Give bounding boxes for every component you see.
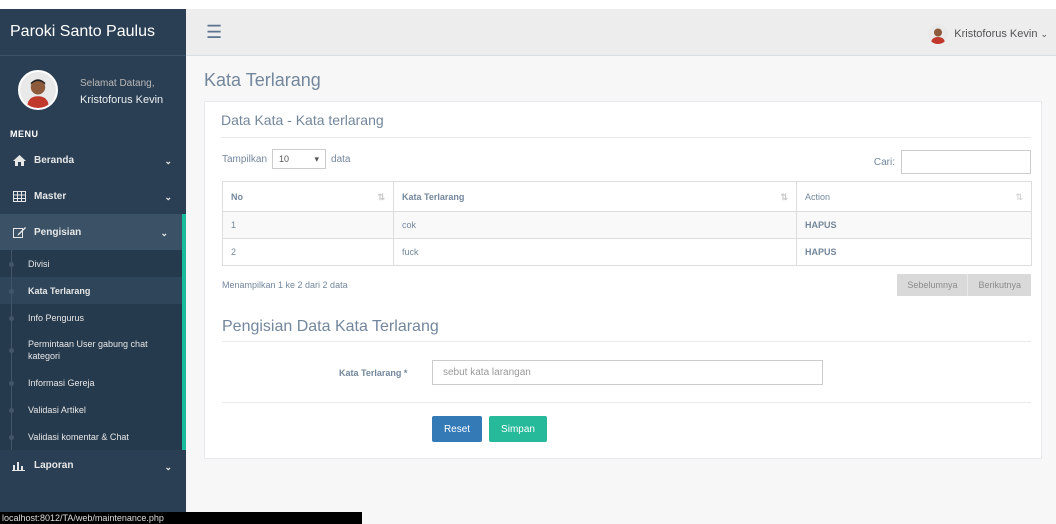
chart-icon — [12, 460, 26, 471]
chevron-down-icon: ⌄ — [1040, 28, 1048, 39]
cell-no: 1 — [222, 211, 394, 239]
sidebar-item-laporan[interactable]: Laporan ⌄ — [0, 450, 186, 480]
submenu-label: Validasi Artikel — [28, 404, 86, 415]
welcome-text: Selamat Datang, — [80, 78, 155, 89]
bullet-icon — [9, 380, 14, 386]
data-table: No ⇅ Kata Terlarang ⇅ Action ⇅ 1 cok HAPUS … — [222, 181, 1032, 266]
bullet-icon — [9, 434, 14, 440]
table-header-row: No ⇅ Kata Terlarang ⇅ Action ⇅ — [222, 181, 1032, 212]
caret-down-icon: ▾ — [314, 153, 320, 164]
chevron-down-icon: ⌄ — [164, 192, 172, 202]
page-title: Kata Terlarang — [204, 70, 321, 90]
reset-button[interactable]: Reset — [432, 416, 482, 442]
search-input[interactable] — [901, 150, 1031, 174]
cell-no: 2 — [222, 238, 394, 266]
top-strip — [0, 0, 1056, 9]
show-label: Tampilkan — [222, 153, 268, 165]
brand-title[interactable]: Paroki Santo Paulus — [0, 9, 186, 56]
column-header-action[interactable]: Action ⇅ — [796, 181, 1032, 212]
search-label: Cari: — [873, 156, 895, 168]
next-page-button[interactable]: Berikutnya — [968, 274, 1031, 296]
edit-icon — [12, 226, 26, 238]
cell-kata: cok — [393, 211, 797, 239]
submenu-label: Validasi komentar & Chat — [28, 431, 129, 442]
bullet-icon — [9, 261, 14, 267]
divider — [222, 402, 1031, 403]
submenu-item-divisi[interactable]: Divisi — [0, 250, 182, 277]
submenu-item-info-pengurus[interactable]: Info Pengurus — [0, 304, 182, 331]
sidebar: Paroki Santo Paulus Selamat Datang, Kris… — [0, 9, 186, 524]
sidebar-item-pengisian[interactable]: Pengisian ⌄ — [0, 214, 186, 250]
submenu-label: Permintaan User gabung chat kategori — [28, 339, 148, 361]
sort-icon: ⇅ — [780, 192, 788, 202]
header-label: Action — [805, 191, 831, 202]
submenu-item-kata-terlarang[interactable]: Kata Terlarang — [0, 277, 182, 304]
save-button[interactable]: Simpan — [489, 416, 547, 442]
submenu-item-validasi-artikel[interactable]: Validasi Artikel — [0, 396, 182, 423]
form-title: Pengisian Data Kata Terlarang — [222, 318, 439, 335]
submenu-item-informasi-gereja[interactable]: Informasi Gereja — [0, 369, 182, 396]
sidebar-item-master[interactable]: Master ⌄ — [0, 178, 186, 214]
delete-link[interactable]: HAPUS — [805, 220, 837, 230]
browser-status-url: localhost:8012/TA/web/maintenance.php — [0, 512, 362, 524]
table-row: 2 fuck HAPUS — [222, 238, 1032, 266]
chevron-down-icon: ⌄ — [164, 462, 172, 472]
panel-title: Data Kata - Kata terlarang — [221, 112, 384, 128]
page-length-select[interactable]: 10 ▾ — [272, 149, 327, 169]
chevron-down-icon: ⌄ — [160, 228, 168, 238]
prev-page-button[interactable]: Sebelumnya — [897, 274, 968, 296]
user-avatar-icon — [928, 24, 949, 44]
menu-toggle-icon[interactable]: ☰ — [206, 22, 222, 43]
avatar-image — [20, 72, 56, 108]
divider — [221, 137, 1031, 138]
page-length-control: Tampilkan 10 ▾ data — [222, 149, 351, 169]
data-label: data — [331, 153, 351, 165]
pagination: Sebelumnya Berikutnya — [897, 274, 1031, 296]
header-label: No — [231, 191, 243, 202]
submenu-item-validasi-komentar[interactable]: Validasi komentar & Chat — [0, 423, 182, 450]
submenu-pengisian: Divisi Kata Terlarang Info Pengurus Perm… — [0, 250, 186, 450]
home-icon — [12, 154, 26, 166]
profile-name: Kristoforus Kevin — [80, 94, 164, 106]
avatar — [18, 70, 58, 110]
submenu-label: Informasi Gereja — [28, 377, 95, 388]
table-row: 1 cok HAPUS — [222, 211, 1032, 239]
table-info: Menampilkan 1 ke 2 dari 2 data — [222, 280, 348, 290]
bullet-icon — [9, 407, 14, 413]
sidebar-item-label: Beranda — [34, 154, 75, 166]
sidebar-item-label: Master — [34, 190, 67, 202]
top-navbar: ☰ Kristoforus Kevin ⌄ — [186, 9, 1056, 56]
cell-kata: fuck — [393, 238, 797, 266]
page-length-value: 10 — [279, 154, 290, 164]
kata-terlarang-input[interactable] — [432, 360, 823, 385]
kata-terlarang-label: Kata Terlarang * — [339, 368, 408, 378]
bullet-icon — [9, 315, 14, 321]
submenu-label: Info Pengurus — [28, 312, 85, 323]
chevron-down-icon: ⌄ — [164, 156, 172, 166]
sidebar-item-label: Laporan — [34, 459, 74, 471]
column-header-no[interactable]: No ⇅ — [222, 181, 394, 212]
user-menu-name: Kristoforus Kevin — [954, 28, 1038, 40]
sort-icon: ⇅ — [1015, 192, 1023, 202]
table-search: Cari: — [874, 150, 1031, 174]
submenu-label: Kata Terlarang — [28, 285, 91, 296]
user-menu[interactable]: Kristoforus Kevin ⌄ — [928, 24, 1048, 44]
content-panel: Data Kata - Kata terlarang Tampilkan 10 … — [204, 101, 1042, 459]
bullet-icon — [9, 288, 14, 294]
sidebar-item-beranda[interactable]: Beranda ⌄ — [0, 142, 186, 178]
divider — [222, 341, 1031, 342]
delete-link[interactable]: HAPUS — [805, 247, 837, 257]
submenu-item-permintaan-user[interactable]: Permintaan User gabung chat kategori — [0, 331, 182, 369]
submenu-label: Divisi — [28, 258, 50, 269]
column-header-kata[interactable]: Kata Terlarang ⇅ — [393, 181, 797, 212]
profile: Selamat Datang, Kristoforus Kevin — [0, 56, 186, 126]
header-label: Kata Terlarang — [402, 191, 465, 202]
sort-asc-icon: ⇅ — [377, 192, 385, 202]
sidebar-item-label: Pengisian — [34, 226, 82, 238]
menu-heading: MENU — [10, 129, 39, 139]
table-icon — [12, 190, 26, 202]
bullet-icon — [9, 348, 14, 353]
